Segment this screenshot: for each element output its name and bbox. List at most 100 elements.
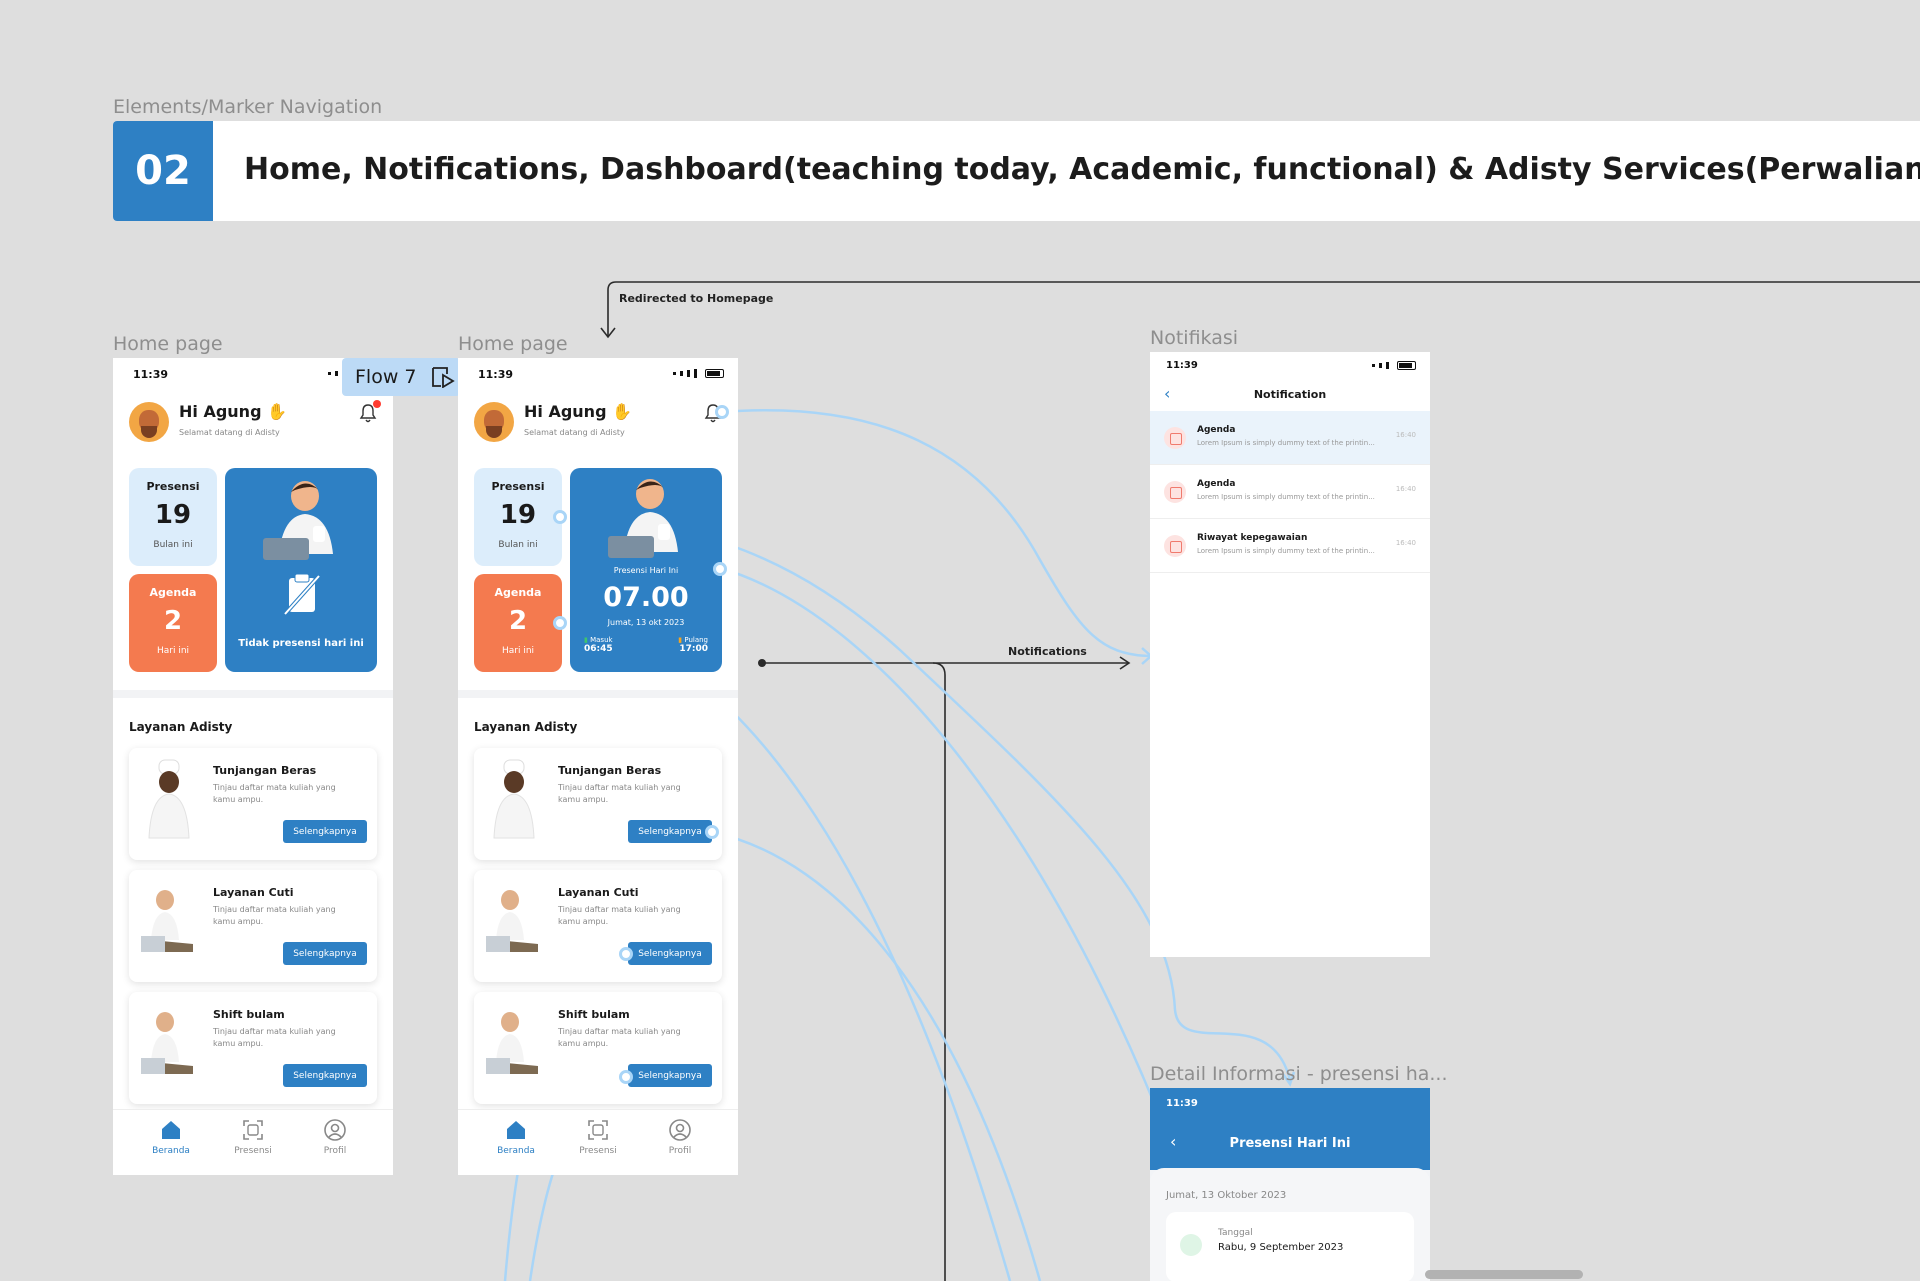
avatar[interactable]: [129, 402, 169, 442]
selengkapnya-button[interactable]: Selengkapnya: [283, 942, 367, 965]
flow-tag[interactable]: Flow 7: [342, 358, 460, 396]
no-presence-text: Tidak presensi hari ini: [238, 638, 364, 649]
tab-presensi[interactable]: Presensi: [223, 1118, 283, 1156]
service-card-shift[interactable]: Shift bulam Tinjau daftar mata kuliah ya…: [474, 992, 722, 1104]
connector-handle[interactable]: [715, 405, 729, 419]
check-in-label: Masuk: [590, 636, 613, 644]
tab-label: Beranda: [152, 1146, 190, 1156]
signal-icon: [1372, 361, 1416, 370]
field-label: Tanggal: [1218, 1228, 1253, 1238]
service-card-cuti[interactable]: Layanan Cuti Tinjau daftar mata kuliah y…: [129, 870, 377, 982]
services-title: Layanan Adisty: [474, 720, 578, 734]
horizontal-scrollbar[interactable]: [1425, 1270, 1583, 1279]
service-desc: Tinjau daftar mata kuliah yang kamu ampu…: [213, 1027, 336, 1048]
tab-label: Profil: [668, 1146, 692, 1156]
check-out: ▮ Pulang 17:00: [678, 636, 708, 654]
status-time: 11:39: [1166, 1098, 1198, 1109]
agenda-unit: Hari ini: [501, 646, 535, 656]
tab-profil[interactable]: Profil: [650, 1118, 710, 1156]
check-in: ▮ Masuk 06:45: [584, 636, 613, 654]
notification-item[interactable]: Riwayat kepegawaian Lorem Ipsum is simpl…: [1150, 519, 1430, 573]
agenda-card[interactable]: Agenda 2 Hari ini: [129, 574, 217, 672]
status-time: 11:39: [1166, 360, 1198, 371]
selengkapnya-button[interactable]: Selengkapnya: [628, 1064, 712, 1087]
detail-header: 11:39 ‹ Presensi Hari Ini: [1150, 1088, 1430, 1170]
connector-handle[interactable]: [705, 825, 719, 839]
services-title: Layanan Adisty: [129, 720, 233, 734]
tab-beranda[interactable]: Beranda: [486, 1118, 546, 1156]
profile-icon: [324, 1119, 346, 1141]
play-flow-icon: [431, 367, 455, 388]
service-card-shift[interactable]: Shift bulam Tinjau daftar mata kuliah ya…: [129, 992, 377, 1104]
presensi-label: Presensi: [491, 480, 545, 493]
chef-illustration: [148, 759, 190, 839]
notification-item-desc: Lorem Ipsum is simply dummy text of the …: [1197, 493, 1375, 501]
detail-title: Presensi Hari Ini: [1229, 1136, 1351, 1151]
field-value: Rabu, 9 September 2023: [1218, 1242, 1344, 1253]
no-presence-card[interactable]: Tidak presensi hari ini: [225, 468, 377, 672]
today-presence-card[interactable]: Presensi Hari Ini 07.00 Jumat, 13 okt 20…: [570, 468, 722, 672]
greeting: Hi Agung ✋: [179, 402, 288, 421]
tab-presensi[interactable]: Presensi: [568, 1118, 628, 1156]
person-laptop-illustration: [141, 890, 193, 952]
greeting: Hi Agung ✋: [524, 402, 633, 421]
check-out-time: 17:00: [679, 644, 708, 654]
service-desc: Tinjau daftar mata kuliah yang kamu ampu…: [213, 783, 336, 804]
notification-item-title: Riwayat kepegawaian: [1197, 533, 1308, 543]
connector-handle[interactable]: [619, 947, 633, 961]
tab-beranda[interactable]: Beranda: [141, 1118, 201, 1156]
service-name: Shift bulam: [213, 1008, 285, 1021]
notification-frame: 11:39 ‹ Notification Agenda Lorem Ipsum …: [1150, 352, 1430, 957]
bottom-tab-bar: Beranda Presensi Profil: [458, 1109, 738, 1175]
service-card-cuti[interactable]: Layanan Cuti Tinjau daftar mata kuliah y…: [474, 870, 722, 982]
agenda-card[interactable]: Agenda 2 Hari ini: [474, 574, 562, 672]
status-bar: 11:39: [458, 358, 738, 392]
tab-label: Beranda: [497, 1146, 535, 1156]
clipboard-off-icon: [283, 573, 321, 616]
today-time: 07.00: [603, 582, 689, 613]
connector-handle[interactable]: [553, 510, 567, 524]
signal-icon: [673, 369, 724, 378]
connector-handle[interactable]: [553, 616, 567, 630]
service-card-tunjangan[interactable]: Tunjangan Beras Tinjau daftar mata kulia…: [474, 748, 722, 860]
person-laptop-illustration: [486, 1012, 538, 1074]
presensi-value: 19: [154, 500, 192, 530]
detail-date: Jumat, 13 Oktober 2023: [1166, 1190, 1287, 1201]
service-card-tunjangan[interactable]: Tunjangan Beras Tinjau daftar mata kulia…: [129, 748, 377, 860]
notifications-flow-label: Notifications: [1008, 645, 1087, 658]
status-time: 11:39: [133, 368, 169, 381]
selengkapnya-button[interactable]: Selengkapnya: [628, 820, 712, 843]
briefcase-icon: [1164, 535, 1186, 557]
notification-item[interactable]: Agenda Lorem Ipsum is simply dummy text …: [1150, 411, 1430, 465]
service-name: Shift bulam: [558, 1008, 630, 1021]
presensi-card[interactable]: Presensi 19 Bulan ini: [474, 468, 562, 566]
agenda-unit: Hari ini: [156, 646, 190, 656]
connector-handle[interactable]: [713, 562, 727, 576]
notification-title: Notification: [1253, 388, 1327, 401]
notification-item[interactable]: Agenda Lorem Ipsum is simply dummy text …: [1150, 465, 1430, 519]
notification-item-time: 16:40: [1395, 539, 1416, 547]
agenda-value: 2: [508, 606, 528, 636]
tab-profil[interactable]: Profil: [305, 1118, 365, 1156]
calendar-icon: [1180, 1234, 1202, 1256]
section-divider: [113, 690, 393, 698]
frame-label-detail: Detail Informasi - presensi ha...: [1150, 1063, 1448, 1085]
notification-item-time: 16:40: [1395, 485, 1416, 493]
tab-label: Profil: [323, 1146, 347, 1156]
avatar[interactable]: [474, 402, 514, 442]
tab-label: Presensi: [234, 1146, 272, 1156]
service-name: Layanan Cuti: [558, 886, 639, 899]
redirect-label: Redirected to Homepage: [619, 292, 774, 305]
selengkapnya-button[interactable]: Selengkapnya: [283, 1064, 367, 1087]
connector-handle[interactable]: [619, 1070, 633, 1084]
selengkapnya-button[interactable]: Selengkapnya: [283, 820, 367, 843]
presensi-card[interactable]: Presensi 19 Bulan ini: [129, 468, 217, 566]
selengkapnya-button[interactable]: Selengkapnya: [628, 942, 712, 965]
frame-label-notifikasi: Notifikasi: [1150, 327, 1239, 349]
today-date: Jumat, 13 okt 2023: [607, 618, 685, 627]
person-laptop-illustration: [486, 890, 538, 952]
bottom-tab-bar: Beranda Presensi Profil: [113, 1109, 393, 1175]
agenda-label: Agenda: [494, 586, 542, 599]
notification-item-title: Agenda: [1197, 425, 1236, 435]
person-laptop-illustration: [141, 1012, 193, 1074]
